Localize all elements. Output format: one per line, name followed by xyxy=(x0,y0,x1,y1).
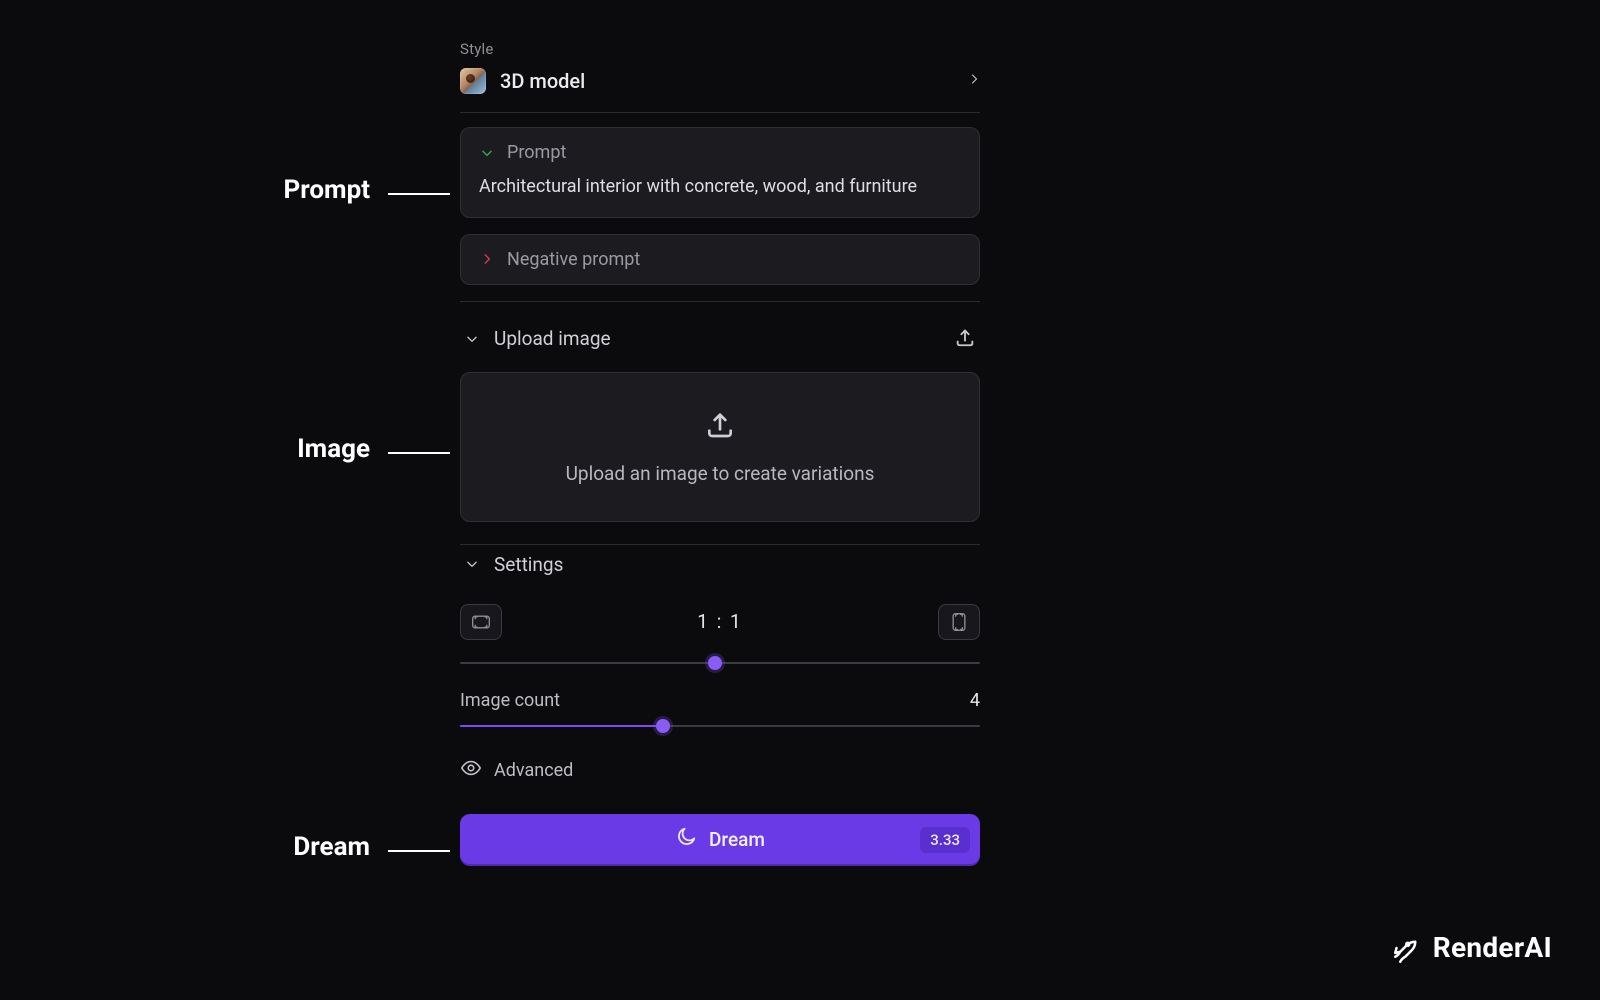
generation-panel: Style 3D model Prompt Architectural inte… xyxy=(460,40,980,866)
divider xyxy=(460,301,980,302)
aspect-wide-button[interactable] xyxy=(460,604,502,640)
chevron-down-icon xyxy=(464,556,480,572)
image-count-slider[interactable] xyxy=(460,717,980,735)
slider-thumb[interactable] xyxy=(656,719,670,733)
negative-prompt-title: Negative prompt xyxy=(507,249,640,270)
divider xyxy=(460,544,980,545)
upload-icon[interactable] xyxy=(954,326,976,352)
upload-dropzone-text: Upload an image to create variations xyxy=(566,462,875,485)
moon-icon xyxy=(675,826,697,853)
upload-icon xyxy=(704,408,736,444)
style-section-label: Style xyxy=(460,40,980,58)
prompt-title: Prompt xyxy=(507,142,566,163)
advanced-label: Advanced xyxy=(494,760,573,781)
settings-section-title: Settings xyxy=(494,553,563,576)
chevron-down-icon xyxy=(464,331,480,347)
settings-section-header[interactable]: Settings xyxy=(460,553,980,586)
chevron-right-icon xyxy=(479,251,495,267)
upload-section-title: Upload image xyxy=(494,327,611,350)
upload-dropzone[interactable]: Upload an image to create variations xyxy=(460,372,980,522)
eye-icon xyxy=(460,757,482,784)
negative-prompt-card[interactable]: Negative prompt xyxy=(460,234,980,285)
dream-cost-badge: 3.33 xyxy=(920,827,970,853)
annotation-dream: Dream xyxy=(250,832,370,862)
image-count-value: 4 xyxy=(970,690,980,711)
aspect-tall-button[interactable] xyxy=(938,604,980,640)
dream-button-label: Dream xyxy=(709,828,765,851)
dream-button[interactable]: Dream 3.33 xyxy=(460,814,980,866)
advanced-toggle[interactable]: Advanced xyxy=(460,757,980,784)
style-selected-name: 3D model xyxy=(500,69,585,93)
chevron-right-icon xyxy=(968,69,980,93)
brand-name: RenderAI xyxy=(1433,931,1552,964)
annotation-image: Image xyxy=(250,434,370,464)
style-selector[interactable]: 3D model xyxy=(460,68,980,94)
rocket-icon xyxy=(1389,933,1419,963)
aspect-ratio-value: 1 : 1 xyxy=(697,610,742,633)
prompt-text[interactable]: Architectural interior with concrete, wo… xyxy=(479,173,961,201)
upload-section-header[interactable]: Upload image xyxy=(460,316,980,362)
aspect-ratio-slider[interactable] xyxy=(460,654,980,672)
annotation-prompt: Prompt xyxy=(250,175,370,205)
annotation-dream-line xyxy=(388,850,450,852)
image-count-label: Image count xyxy=(460,690,560,711)
slider-thumb[interactable] xyxy=(708,656,722,670)
annotation-image-line xyxy=(388,452,450,454)
divider xyxy=(460,112,980,113)
chevron-down-icon xyxy=(479,145,495,161)
brand-logo: RenderAI xyxy=(1389,931,1552,964)
annotation-prompt-line xyxy=(388,193,450,195)
slider-fill xyxy=(460,725,663,727)
style-preset-icon xyxy=(460,68,486,94)
prompt-card[interactable]: Prompt Architectural interior with concr… xyxy=(460,127,980,218)
